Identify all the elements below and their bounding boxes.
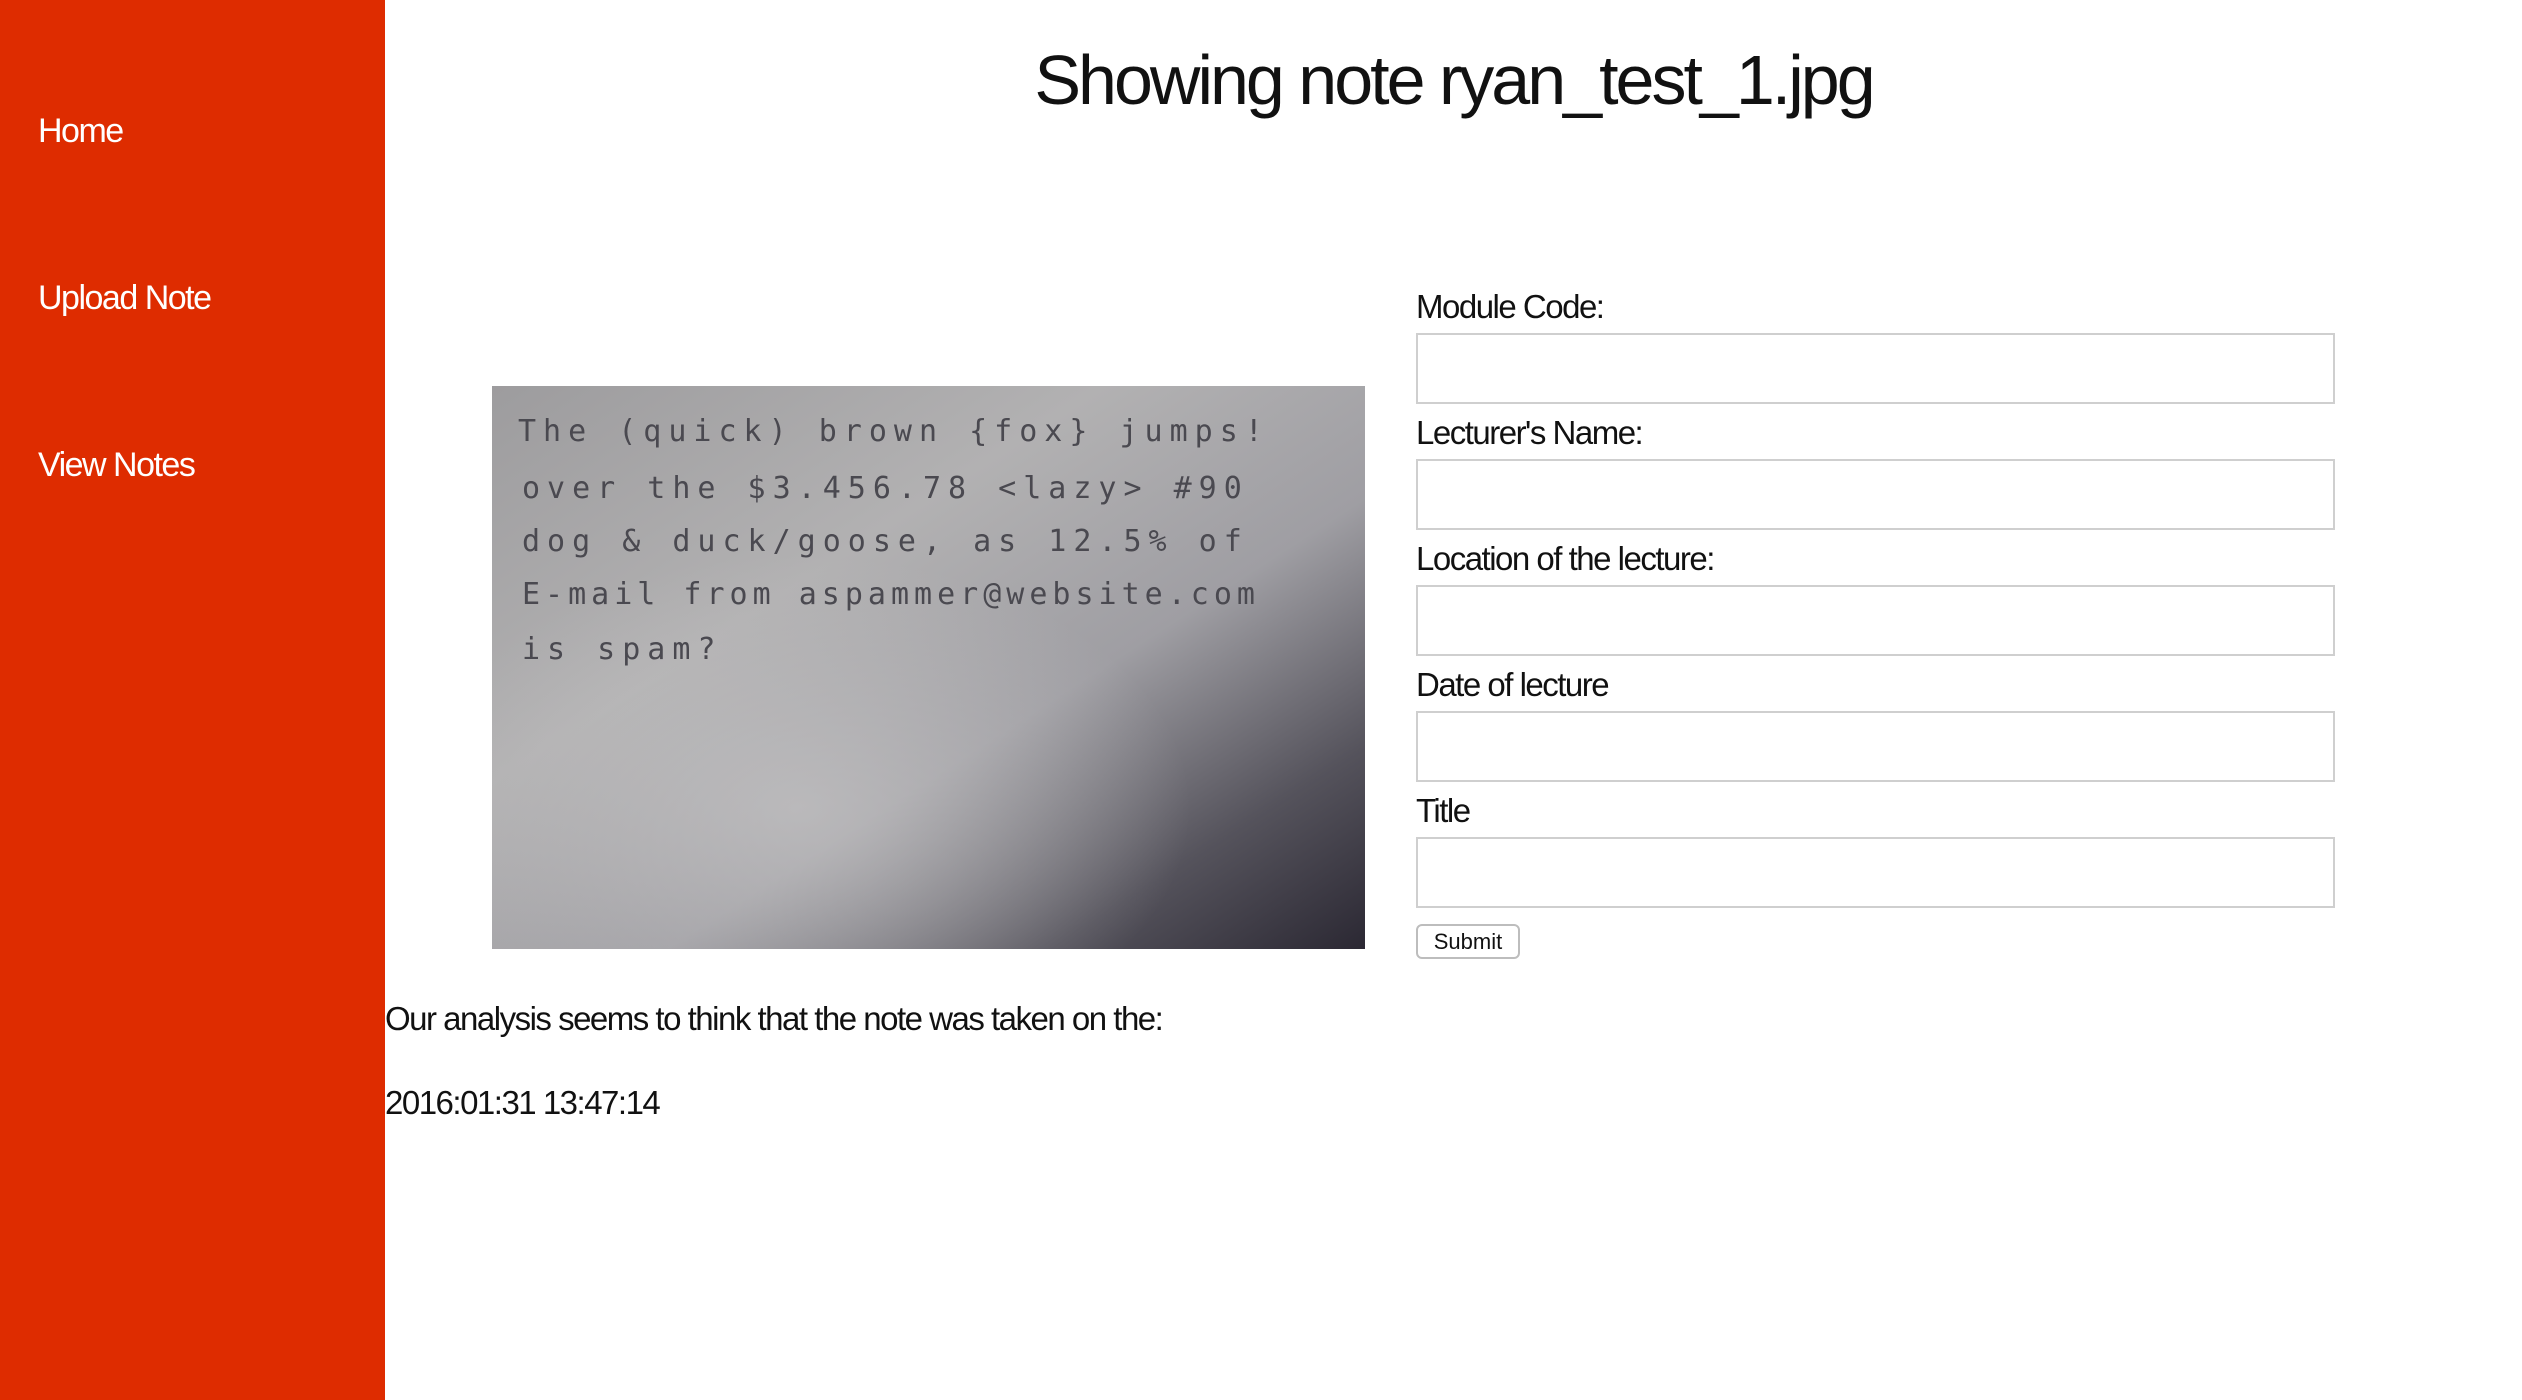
note-line: is spam? <box>522 632 723 667</box>
note-line: dog & duck/goose, as 12.5% of <box>522 524 1249 559</box>
note-line: over the $3.456.78 <lazy> #90 <box>522 471 1249 506</box>
module-code-input[interactable] <box>1416 333 2335 404</box>
lecturer-name-input[interactable] <box>1416 459 2335 530</box>
nav-home-link[interactable]: Home <box>38 112 124 151</box>
analysis-date: 2016:01:31 13:47:14 <box>385 1084 661 1121</box>
nav-view-notes-link[interactable]: View Notes <box>38 446 196 485</box>
note-line: E-mail from aspammer@website.com <box>522 577 1260 612</box>
page-title: Showing note ryan_test_1.jpg <box>1034 41 1875 119</box>
date-input[interactable] <box>1416 711 2335 782</box>
date-label: Date of lecture <box>1416 666 1610 703</box>
note-photo: The (quick) brown {fox} jumps! over the … <box>492 386 1365 949</box>
location-label: Location of the lecture: <box>1416 540 1715 577</box>
nav-upload-note-link[interactable]: Upload Note <box>38 279 212 318</box>
title-label: Title <box>1416 792 1471 829</box>
lecturer-name-label: Lecturer's Name: <box>1416 414 1644 451</box>
location-input[interactable] <box>1416 585 2335 656</box>
analysis-text: Our analysis seems to think that the not… <box>385 1000 1164 1037</box>
submit-button[interactable]: Submit <box>1416 924 1520 959</box>
title-input[interactable] <box>1416 837 2335 908</box>
module-code-label: Module Code: <box>1416 288 1605 325</box>
note-line: The (quick) brown {fox} jumps! <box>518 414 1270 449</box>
sidebar: Home Upload Note View Notes <box>0 0 385 1400</box>
